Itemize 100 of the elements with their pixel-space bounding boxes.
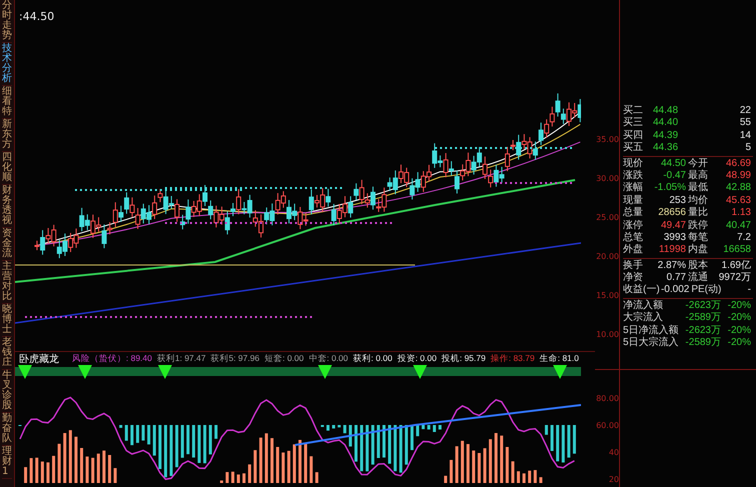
flow-amount: -2623万 bbox=[684, 324, 722, 338]
sidebar-tab[interactable]: 牛叉诊股 bbox=[2, 370, 12, 413]
stat-value: 11998 bbox=[658, 244, 687, 257]
sidebar-tab[interactable]: 细看特 bbox=[2, 86, 12, 119]
indicator-reading: 短套: 0.00 bbox=[264, 352, 304, 364]
stat-value: 40.47 bbox=[724, 220, 752, 232]
axis-label: 40 bbox=[608, 448, 619, 458]
flow-percent: -20% bbox=[726, 324, 752, 338]
bid-price: 44.48 bbox=[653, 105, 680, 118]
bid-volume: 55 bbox=[738, 117, 752, 130]
stat-label: 涨幅 bbox=[623, 182, 643, 195]
bid-volume: 14 bbox=[738, 130, 752, 142]
bid-volume: 5 bbox=[744, 142, 752, 155]
stat-label: 内盘 bbox=[688, 244, 708, 257]
bid-label: 买二 bbox=[623, 105, 644, 117]
stat-value: -0.002 bbox=[660, 284, 690, 297]
sidebar-tab[interactable]: 新东方 bbox=[2, 119, 12, 152]
stat-value: 45.63 bbox=[724, 194, 752, 208]
indicator-title: 卧虎藏龙 bbox=[19, 352, 59, 366]
stat-value: 46.69 bbox=[724, 158, 752, 170]
stat-label: 量比 bbox=[688, 207, 708, 220]
stat-label: 换手 bbox=[623, 260, 643, 272]
stat-value: 9972万 bbox=[718, 272, 752, 284]
stat-label: 跌停 bbox=[688, 220, 708, 232]
bid-price: 44.39 bbox=[653, 130, 680, 142]
stat-value: 44.50 bbox=[660, 158, 687, 170]
indicator-reading: 投资: 0.00 bbox=[397, 352, 437, 364]
stat-label: 外盘 bbox=[623, 244, 643, 257]
stat-value: 42.88 bbox=[724, 182, 752, 195]
sidebar-tab[interactable]: 老钱庄 bbox=[2, 337, 12, 370]
stat-value: -0.47 bbox=[662, 170, 687, 182]
stat-label: 流通 bbox=[688, 272, 708, 284]
flow-percent: -20% bbox=[726, 300, 752, 312]
indicator-reading: 风险（蛰伏）: 89.40 bbox=[72, 352, 152, 364]
stat-value: -1.05% bbox=[653, 182, 687, 195]
stat-label: 最低 bbox=[688, 182, 708, 195]
flow-amount: -2589万 bbox=[684, 312, 722, 325]
stat-label: 收益(一) bbox=[623, 284, 660, 297]
stat-label: 最高 bbox=[688, 170, 708, 182]
flow-label: 5日净流入额 bbox=[623, 324, 679, 336]
sidebar-tab[interactable]: 理财1 bbox=[2, 446, 12, 479]
axis-label: 20.00 bbox=[596, 252, 619, 262]
stat-label: 每笔 bbox=[688, 232, 708, 244]
axis-label: 80.00 bbox=[596, 394, 619, 404]
axis-label: 20 bbox=[608, 475, 619, 485]
bid-label: 买四 bbox=[623, 130, 644, 142]
stat-label: 净资 bbox=[623, 272, 643, 284]
sidebar-tab[interactable]: 财务透视 bbox=[2, 185, 12, 228]
indicator-reading: 投机: 95.79 bbox=[442, 352, 486, 364]
stat-value: 3993 bbox=[662, 232, 687, 244]
flow-percent: -20% bbox=[726, 312, 752, 325]
sidebar-tab[interactable]: 技术分析 bbox=[2, 43, 12, 86]
flow-percent: -20% bbox=[726, 337, 752, 350]
stat-value: 48.99 bbox=[724, 170, 752, 182]
indicator-reading: 获利1: 97.47 bbox=[157, 352, 206, 364]
stat-label: PE(动) bbox=[691, 284, 722, 297]
stat-label: 总量 bbox=[623, 207, 643, 220]
flow-amount: -2623万 bbox=[684, 300, 722, 312]
sidebar-tab[interactable]: 勤奋队 bbox=[2, 413, 12, 446]
stat-label: 现价 bbox=[623, 158, 643, 170]
axis-label: 35.00 bbox=[596, 135, 619, 145]
stat-value: 7.2 bbox=[736, 232, 752, 244]
stat-value: 49.47 bbox=[660, 220, 687, 232]
stat-label: 股本 bbox=[688, 260, 708, 272]
stat-label: 涨停 bbox=[623, 220, 643, 232]
flow-label: 5日大宗流入 bbox=[623, 337, 679, 350]
indicator-reading: 获利: 0.00 bbox=[353, 352, 392, 364]
stat-value: 16658 bbox=[722, 244, 752, 257]
bid-label: 买三 bbox=[623, 117, 644, 130]
stat-value: 253 bbox=[668, 194, 687, 208]
stat-value: 1.13 bbox=[730, 207, 752, 220]
indicator-reading: 生命: 81.0 bbox=[540, 352, 579, 364]
stat-value: 28656 bbox=[657, 207, 687, 220]
stat-label: 今开 bbox=[688, 158, 708, 170]
stat-value: 0.77 bbox=[666, 272, 687, 284]
axis-label: 30.00 bbox=[596, 174, 619, 184]
sidebar-tab[interactable]: 分时走势 bbox=[2, 0, 12, 43]
stat-label: 现量 bbox=[623, 194, 643, 206]
indicator-reading: 操作: 83.79 bbox=[490, 352, 535, 364]
axis-label: 25.00 bbox=[596, 213, 619, 223]
bid-volume: 22 bbox=[738, 105, 752, 118]
bid-label: 买五 bbox=[623, 142, 644, 155]
axis-label: 15.00 bbox=[596, 291, 619, 301]
price-label: :44.50 bbox=[19, 10, 54, 23]
stat-label: 均价 bbox=[688, 194, 708, 206]
stat-label: 涨跌 bbox=[623, 170, 643, 182]
stat-value: - bbox=[746, 284, 752, 297]
stat-value: 1.69亿 bbox=[720, 260, 752, 272]
flow-label: 净流入额 bbox=[623, 300, 663, 312]
sidebar-tab[interactable]: 资金流 bbox=[2, 228, 12, 261]
indicator-reading: 中套: 0.00 bbox=[308, 352, 348, 364]
flow-amount: -2589万 bbox=[684, 337, 722, 350]
stat-label: 总笔 bbox=[623, 232, 643, 244]
indicator-reading: 获利5: 97.96 bbox=[210, 352, 260, 364]
sidebar-tab[interactable]: 四化顺 bbox=[2, 152, 12, 185]
axis-label: 60.00 bbox=[596, 421, 619, 431]
sidebar-tab[interactable]: 主营对比 bbox=[2, 261, 12, 304]
bid-price: 44.36 bbox=[653, 142, 680, 155]
sidebar-tab[interactable]: 晓博士 bbox=[2, 304, 12, 337]
stat-value: 2.87% bbox=[656, 260, 687, 272]
